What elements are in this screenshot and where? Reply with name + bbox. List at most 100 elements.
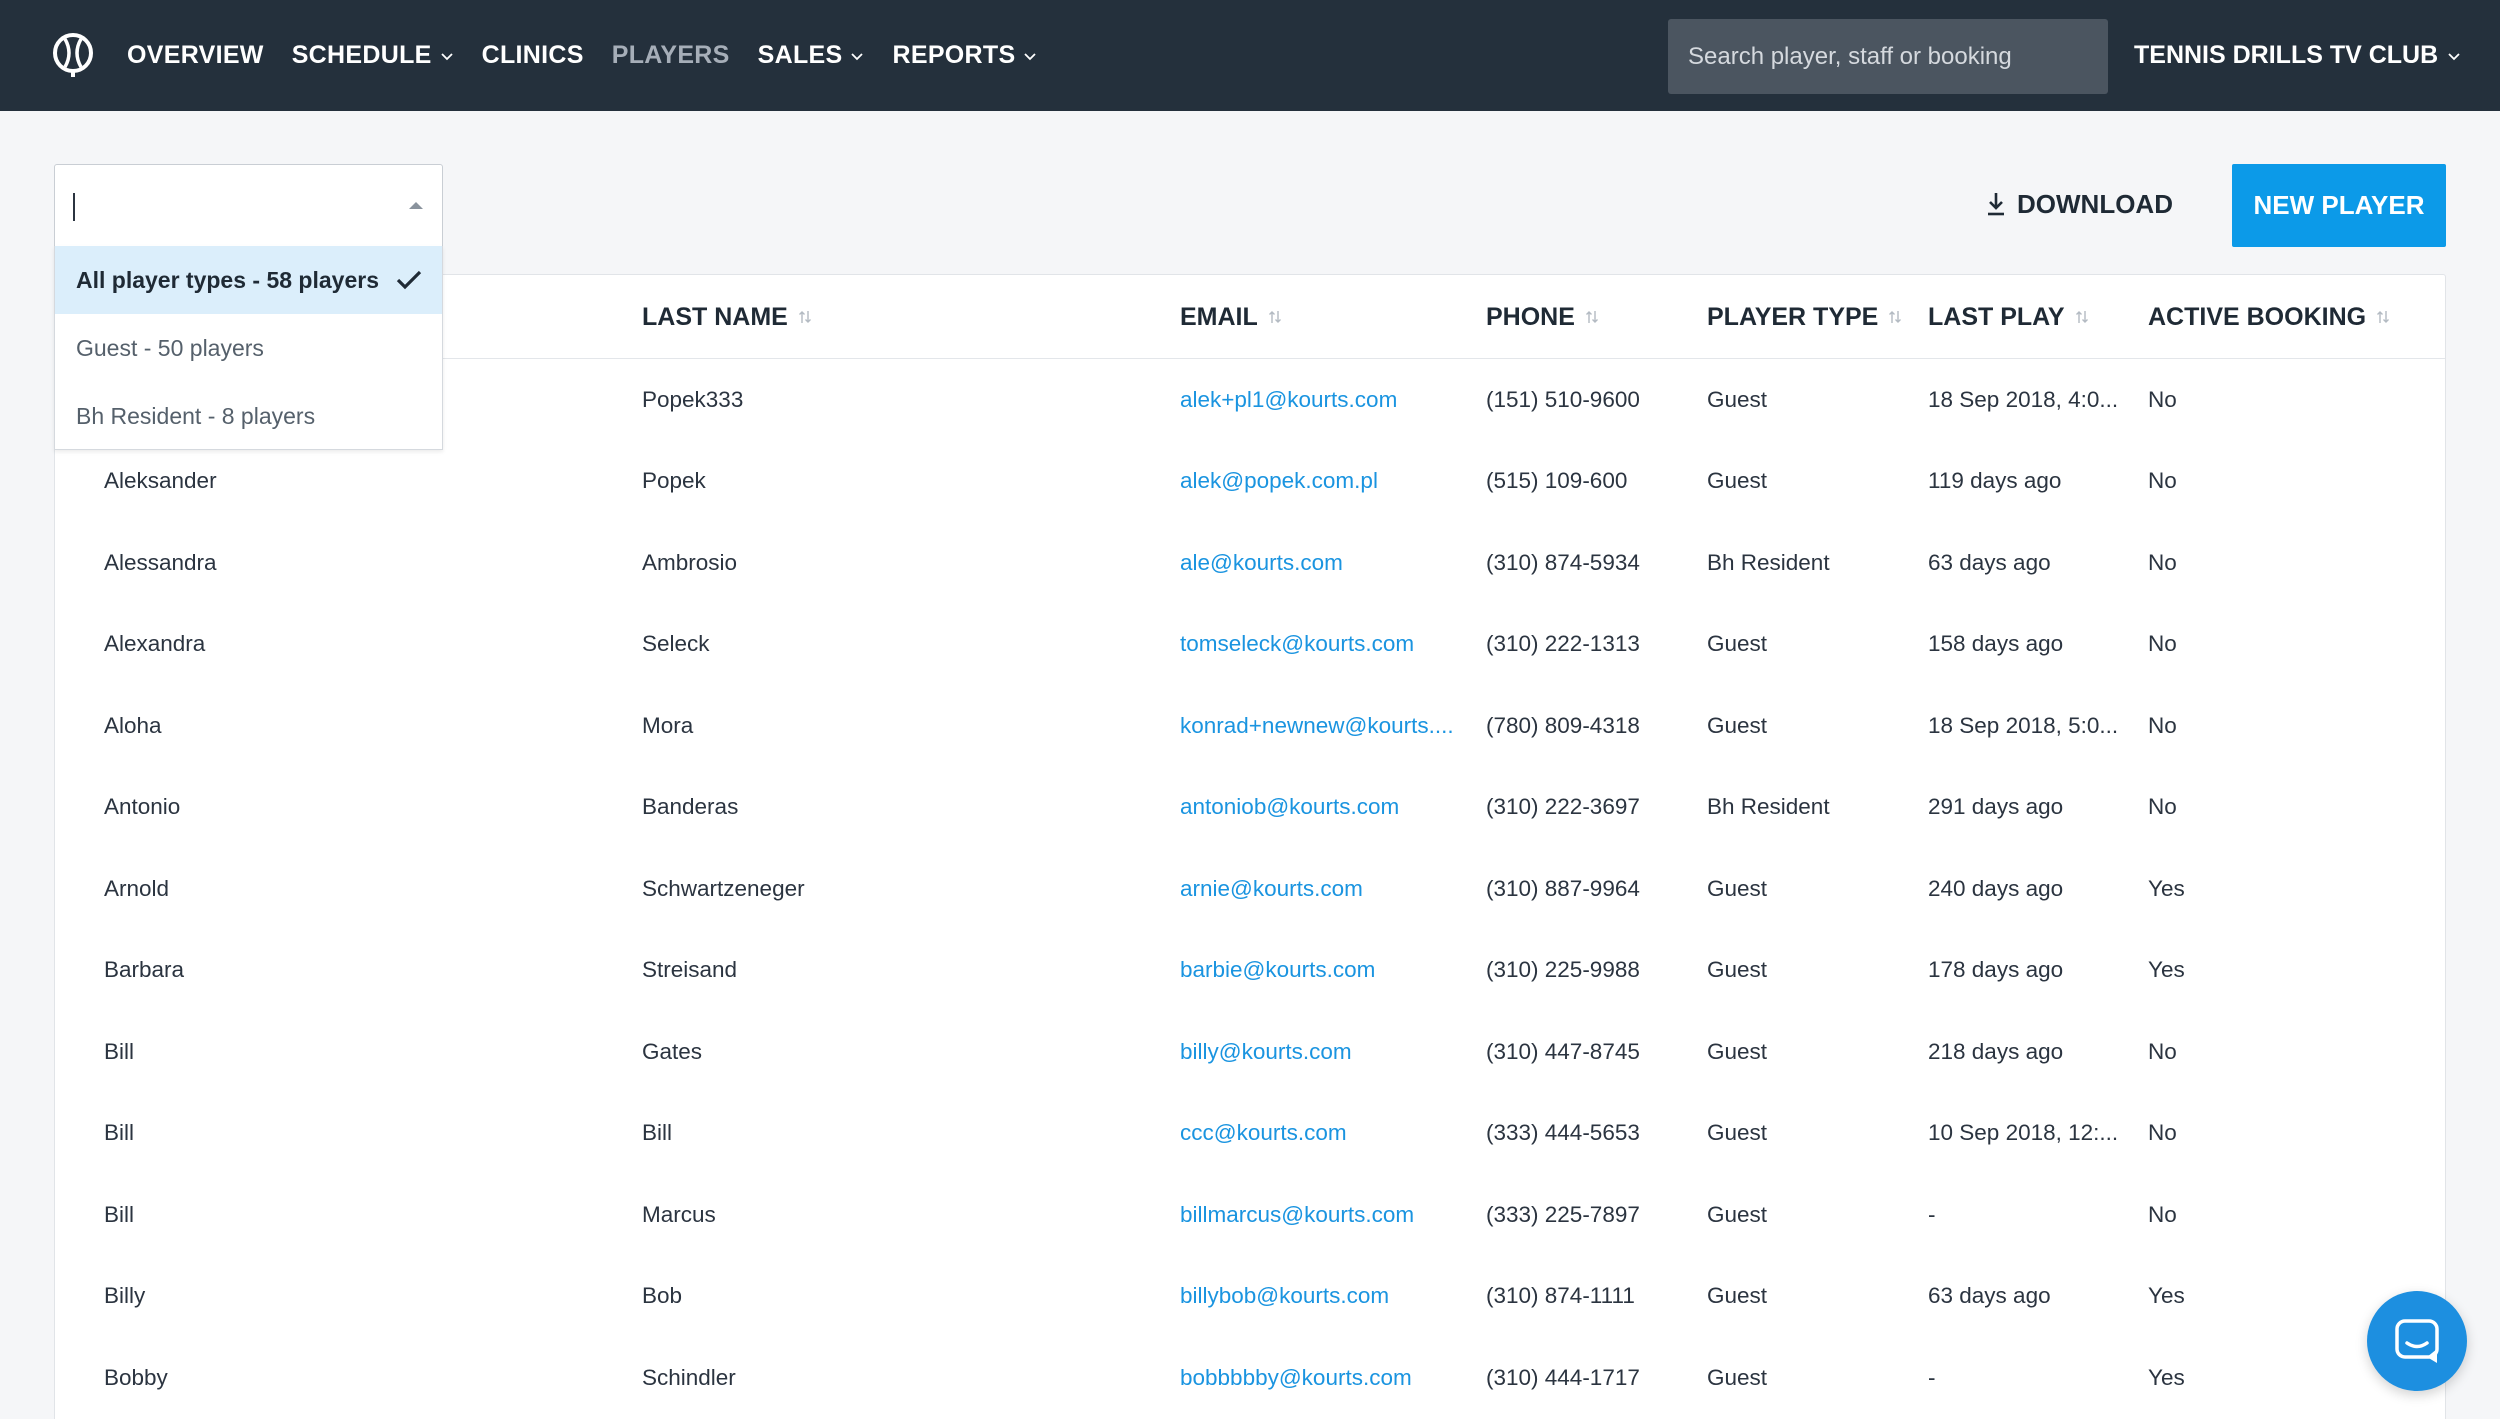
nav-item-reports[interactable]: Reports <box>892 41 1037 70</box>
column-header-label: Phone <box>1486 302 1575 331</box>
cell-active: No <box>2148 712 2177 738</box>
nav-item-sales[interactable]: Sales <box>758 41 865 70</box>
club-name: Tennis Drills TV Club <box>2134 41 2439 69</box>
search-input[interactable] <box>1668 19 2108 94</box>
cell-email[interactable]: ccc@kourts.com <box>1180 1093 1502 1175</box>
table-body: Popek333 alek+pl1@kourts.com (151) 510-960… <box>55 359 2445 1419</box>
cell-first: Alessandra <box>104 549 217 575</box>
player-type-dropdown-menu: All player types - 58 players Guest - 50 … <box>54 246 443 450</box>
download-button[interactable]: Download <box>1985 164 2173 244</box>
sort-icon <box>798 311 811 323</box>
cell-last: Schindler <box>642 1364 736 1390</box>
cell-phone: (310) 222-3697 <box>1486 794 1640 820</box>
cell-email[interactable]: barbie@kourts.com <box>1180 930 1502 1012</box>
cell-last-play: - <box>1928 1364 1936 1390</box>
sort-icon <box>2377 311 2390 323</box>
cell-last: Schwartzeneger <box>642 875 805 901</box>
caret-up-icon[interactable] <box>408 200 424 210</box>
column-header-last-name[interactable]: Last name <box>642 275 1062 359</box>
table-row[interactable]: Bill Bill ccc@kourts.com (333) 444-5653 Gues… <box>55 1093 2445 1175</box>
table-row[interactable]: Bill Marcus billmarcus@kourts.com (333) 225… <box>55 1174 2445 1256</box>
table-row[interactable]: Alessandra Ambrosio ale@kourts.com (310) 87… <box>55 522 2445 604</box>
cell-phone: (310) 444-1717 <box>1486 1364 1640 1390</box>
column-header-phone[interactable]: Phone <box>1486 275 1686 359</box>
cell-first: Bobby <box>104 1364 168 1390</box>
player-type-filter-select[interactable] <box>54 164 443 247</box>
table-row[interactable]: Aloha Mora konrad+newnew@kourts.... (780) 8… <box>55 685 2445 767</box>
column-header-player-type[interactable]: Player type <box>1707 275 1907 359</box>
cell-last-play: 63 days ago <box>1928 549 2051 575</box>
cell-active: Yes <box>2148 1364 2185 1390</box>
nav-item-players[interactable]: Players <box>612 41 730 70</box>
cell-type: Guest <box>1707 712 1768 738</box>
download-label: Download <box>2017 188 2173 219</box>
dropdown-option[interactable]: All player types - 58 players <box>55 246 442 314</box>
table-row[interactable]: Billy Bob billybob@kourts.com (310) 874-111… <box>55 1256 2445 1338</box>
cell-email[interactable]: alek@popek.com.pl <box>1180 441 1502 523</box>
cell-active: No <box>2148 468 2177 494</box>
cell-type: Guest <box>1707 1201 1768 1227</box>
column-header-active-booking[interactable]: Active booking <box>2148 275 2398 359</box>
cell-phone: (151) 510-9600 <box>1486 386 1640 412</box>
cell-email[interactable]: arnie@kourts.com <box>1180 848 1502 930</box>
cell-email[interactable]: bobbbbby@kourts.com <box>1180 1337 1502 1419</box>
cell-email[interactable]: billy@kourts.com <box>1180 1011 1502 1093</box>
cell-first: Arnold <box>104 875 170 901</box>
column-header-last-play[interactable]: Last play <box>1928 275 2128 359</box>
cell-first: Aleksander <box>104 468 217 494</box>
cell-email[interactable]: billybob@kourts.com <box>1180 1256 1502 1338</box>
cell-last-play: 10 Sep 2018, 12:... <box>1928 1120 2119 1146</box>
tennis-ball-logo-icon[interactable] <box>50 32 96 78</box>
nav-item-overview[interactable]: Overview <box>127 41 264 70</box>
cell-email[interactable]: ale@kourts.com <box>1180 522 1502 604</box>
cell-type: Guest <box>1707 875 1768 901</box>
cell-first: Aloha <box>104 712 162 738</box>
table-row[interactable]: Aleksander Popek alek@popek.com.pl (515) 10… <box>55 441 2445 523</box>
main-menu: Overview Schedule Clinics Players Sales Repor… <box>127 0 1065 111</box>
cell-last-play: 291 days ago <box>1928 794 2064 820</box>
cell-email[interactable]: konrad+newnew@kourts.... <box>1180 685 1502 767</box>
dropdown-option[interactable]: Guest - 50 players <box>55 314 442 382</box>
nav-item-clinics[interactable]: Clinics <box>482 41 584 70</box>
cell-type: Guest <box>1707 1283 1768 1309</box>
cell-last: Gates <box>642 1038 703 1064</box>
cell-phone: (515) 109-600 <box>1486 468 1628 494</box>
cell-active: No <box>2148 1038 2177 1064</box>
table-row[interactable]: Bill Gates billy@kourts.com (310) 447-8745 G… <box>55 1011 2445 1093</box>
cell-email[interactable]: billmarcus@kourts.com <box>1180 1174 1502 1256</box>
chat-launcher-button[interactable] <box>2367 1291 2467 1391</box>
chevron-down-icon <box>1024 52 1037 60</box>
cell-last: Popek <box>642 468 706 494</box>
cell-phone: (310) 225-9988 <box>1486 957 1640 983</box>
cell-phone: (333) 444-5653 <box>1486 1120 1640 1146</box>
dropdown-option[interactable]: Bh Resident - 8 players <box>55 382 442 450</box>
cell-first: Antonio <box>104 794 181 820</box>
cell-email[interactable]: tomseleck@kourts.com <box>1180 604 1502 686</box>
column-header-label: Active booking <box>2148 302 2367 331</box>
sort-icon <box>2075 311 2088 323</box>
new-player-button[interactable]: New Player <box>2232 164 2446 247</box>
cell-last-play: 119 days ago <box>1928 468 2062 494</box>
cell-email[interactable]: antoniob@kourts.com <box>1180 767 1502 849</box>
column-header-email[interactable]: Email <box>1180 275 1502 359</box>
table-row[interactable]: Bobby Schindler bobbbbby@kourts.com (310) 4… <box>55 1337 2445 1419</box>
cell-active: No <box>2148 1120 2177 1146</box>
cell-type: Guest <box>1707 1038 1768 1064</box>
cell-last-play: 218 days ago <box>1928 1038 2064 1064</box>
table-row[interactable]: Alexandra Seleck tomseleck@kourts.com (310)… <box>55 604 2445 686</box>
table-row[interactable]: Arnold Schwartzeneger arnie@kourts.com (310… <box>55 848 2445 930</box>
cell-type: Guest <box>1707 957 1768 983</box>
cell-last-play: 63 days ago <box>1928 1283 2051 1309</box>
cell-last: Seleck <box>642 631 710 657</box>
cell-active: No <box>2148 386 2177 412</box>
club-switcher[interactable]: Tennis Drills TV Club <box>2134 0 2461 111</box>
cell-email[interactable]: alek+pl1@kourts.com <box>1180 359 1502 441</box>
column-header-label: Email <box>1180 302 1258 331</box>
nav-item-schedule[interactable]: Schedule <box>292 41 454 70</box>
cell-active: Yes <box>2148 957 2185 983</box>
table-row[interactable]: Antonio Banderas antoniob@kourts.com (310) … <box>55 767 2445 849</box>
sort-icon <box>1585 311 1598 323</box>
cell-type: Guest <box>1707 386 1768 412</box>
nav-item-label: Schedule <box>291 41 432 69</box>
table-row[interactable]: Barbara Streisand barbie@kourts.com (310) 2… <box>55 930 2445 1012</box>
